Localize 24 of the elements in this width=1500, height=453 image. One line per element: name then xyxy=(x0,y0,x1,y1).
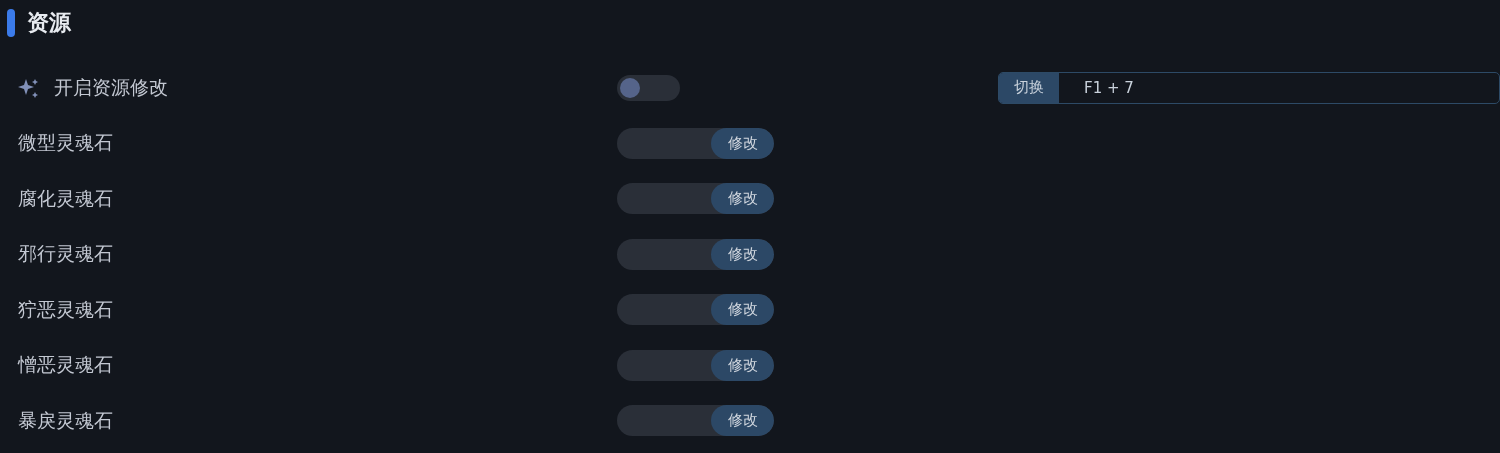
toggle-label: 开启资源修改 xyxy=(54,74,168,100)
item-label: 憎恶灵魂石 xyxy=(18,352,114,378)
item-label: 腐化灵魂石 xyxy=(18,185,114,211)
modify-button[interactable]: 修改 xyxy=(711,183,774,215)
modify-button[interactable]: 修改 xyxy=(711,349,774,381)
value-field[interactable]: 修改 xyxy=(617,183,774,215)
item-label: 邪行灵魂石 xyxy=(18,241,114,267)
item-label: 暴戾灵魂石 xyxy=(18,407,114,433)
modify-button[interactable]: 修改 xyxy=(711,238,774,270)
hotkey-action: 切换 xyxy=(999,72,1059,103)
modify-button[interactable]: 修改 xyxy=(711,405,774,437)
hotkey-keys: F1 + 7 xyxy=(1059,72,1159,103)
section-title: 资源 xyxy=(27,9,71,37)
item-label: 微型灵魂石 xyxy=(18,130,114,156)
accent-bar xyxy=(7,9,15,37)
toggle-switch[interactable] xyxy=(617,74,680,101)
value-field[interactable]: 修改 xyxy=(617,127,774,159)
modify-button[interactable]: 修改 xyxy=(711,127,774,159)
item-label: 狞恶灵魂石 xyxy=(18,296,114,322)
value-field[interactable]: 修改 xyxy=(617,294,774,326)
value-field[interactable]: 修改 xyxy=(617,349,774,381)
modify-button[interactable]: 修改 xyxy=(711,294,774,326)
value-field[interactable]: 修改 xyxy=(617,238,774,270)
value-field[interactable]: 修改 xyxy=(617,405,774,437)
